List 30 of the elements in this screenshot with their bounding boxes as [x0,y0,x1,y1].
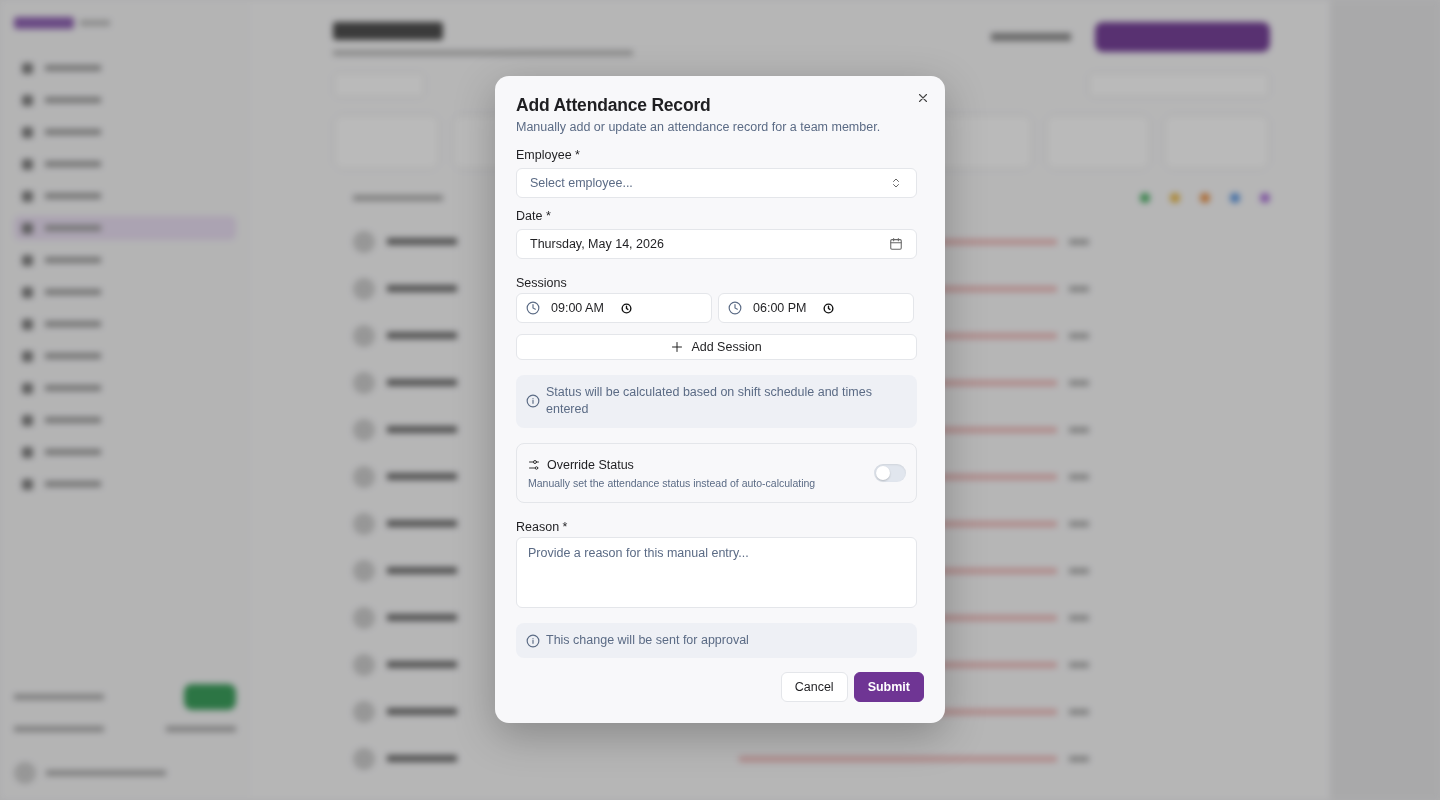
clock-icon [728,301,742,315]
clock-icon [526,301,540,315]
date-field[interactable]: Thursday, May 14, 2026 [516,229,917,259]
date-label: Date * [516,208,551,225]
employee-select[interactable]: Select employee... [516,168,917,198]
override-status-title: Override Status [547,456,634,473]
dialog-title: Add Attendance Record [516,94,711,117]
reason-textarea[interactable]: Provide a reason for this manual entry... [516,537,917,608]
reason-label: Reason * [516,519,568,536]
end-time-field[interactable]: 06:00 PM [718,293,914,323]
override-toggle[interactable] [874,464,906,482]
info-icon [526,394,540,408]
info-icon [526,633,540,648]
add-session-button[interactable]: Add Session [516,334,917,360]
status-info-text: Status will be calculated based on shift schedule and times entered [546,384,873,418]
start-time-field[interactable]: 09:00 AM [516,293,712,323]
cancel-button[interactable]: Cancel [780,672,848,702]
clock-icon[interactable] [823,302,834,314]
employee-label: Employee * [516,147,580,164]
plus-icon [671,341,684,353]
chevron-up-down-icon [890,177,902,189]
submit-button[interactable]: Submit [853,672,924,702]
override-status-description: Manually set the attendance status instead of auto-calculating [528,475,816,490]
sliders-icon [528,458,540,471]
close-icon [917,92,929,104]
approval-info-text: This change will be sent for approval [546,632,749,649]
sessions-label: Sessions [516,275,567,292]
dialog-description: Manually add or update an attendance record for a team member. [516,119,881,136]
clock-icon[interactable] [621,302,632,314]
calendar-icon [889,237,903,251]
